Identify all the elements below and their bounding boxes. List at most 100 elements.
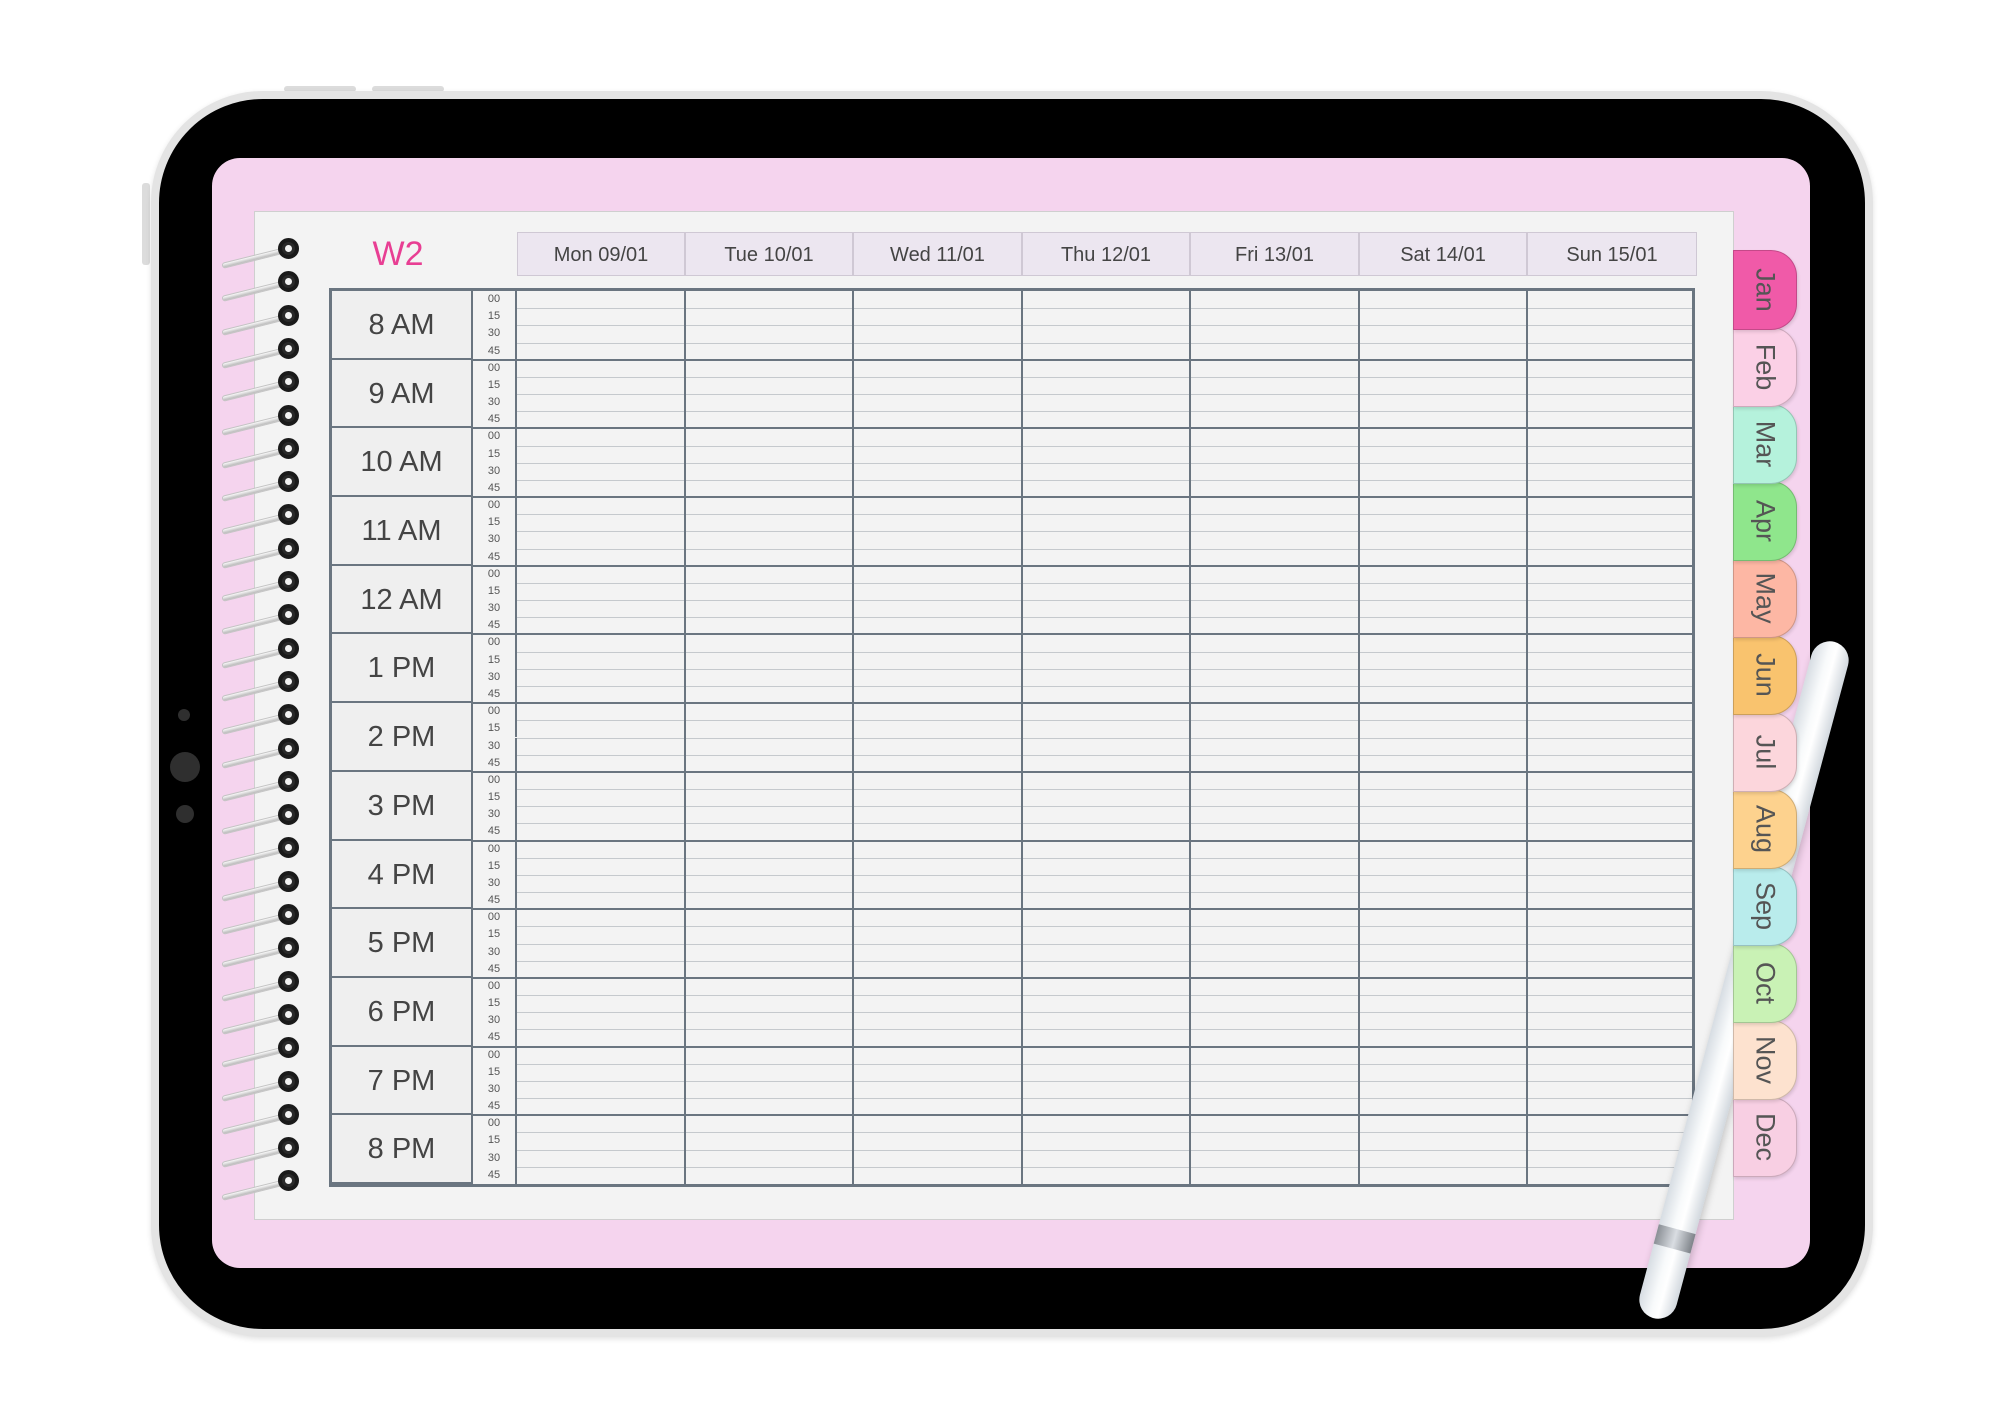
time-slot[interactable] xyxy=(517,1115,685,1184)
time-slot[interactable] xyxy=(853,428,1022,497)
time-slot[interactable] xyxy=(1359,1115,1527,1184)
time-slot[interactable] xyxy=(1527,360,1697,429)
time-slot[interactable] xyxy=(685,703,853,772)
time-slot[interactable] xyxy=(685,634,853,703)
time-slot[interactable] xyxy=(1359,841,1527,910)
time-slot[interactable] xyxy=(853,1047,1022,1116)
time-slot[interactable] xyxy=(685,497,853,566)
time-slot[interactable] xyxy=(1022,1047,1190,1116)
time-slot[interactable] xyxy=(517,634,685,703)
time-slot[interactable] xyxy=(1527,566,1697,635)
time-slot[interactable] xyxy=(517,772,685,841)
time-slot[interactable] xyxy=(1527,841,1697,910)
time-slot[interactable] xyxy=(517,291,685,360)
time-slot[interactable] xyxy=(1359,360,1527,429)
time-slot[interactable] xyxy=(685,1115,853,1184)
time-slot[interactable] xyxy=(853,497,1022,566)
time-slot[interactable] xyxy=(1022,566,1190,635)
time-slot[interactable] xyxy=(853,1115,1022,1184)
time-slot[interactable] xyxy=(1022,291,1190,360)
time-slot[interactable] xyxy=(1527,1047,1697,1116)
time-slot[interactable] xyxy=(517,841,685,910)
time-slot[interactable] xyxy=(1527,703,1697,772)
time-slot[interactable] xyxy=(853,566,1022,635)
time-slot[interactable] xyxy=(1359,428,1527,497)
month-tab-nov[interactable]: Nov xyxy=(1733,1020,1797,1100)
time-slot[interactable] xyxy=(1527,909,1697,978)
month-tab-jun[interactable]: Jun xyxy=(1733,635,1797,715)
time-slot[interactable] xyxy=(1022,909,1190,978)
time-slot[interactable] xyxy=(1359,1047,1527,1116)
time-slot[interactable] xyxy=(1527,634,1697,703)
time-slot[interactable] xyxy=(1190,291,1359,360)
time-slot[interactable] xyxy=(853,703,1022,772)
time-slot[interactable] xyxy=(685,566,853,635)
time-slot[interactable] xyxy=(1190,1115,1359,1184)
time-slot[interactable] xyxy=(1190,1047,1359,1116)
day-header[interactable]: Fri 13/01 xyxy=(1190,232,1359,276)
time-slot[interactable] xyxy=(1527,978,1697,1047)
time-slot[interactable] xyxy=(853,634,1022,703)
time-slot[interactable] xyxy=(1359,566,1527,635)
time-slot[interactable] xyxy=(1359,703,1527,772)
time-slot[interactable] xyxy=(685,428,853,497)
month-tab-oct[interactable]: Oct xyxy=(1733,943,1797,1023)
month-tab-jul[interactable]: Jul xyxy=(1733,712,1797,792)
time-slot[interactable] xyxy=(685,909,853,978)
time-slot[interactable] xyxy=(517,1047,685,1116)
time-slot[interactable] xyxy=(1190,360,1359,429)
month-tab-jan[interactable]: Jan xyxy=(1733,250,1797,330)
time-slot[interactable] xyxy=(1022,428,1190,497)
time-slot[interactable] xyxy=(1190,978,1359,1047)
time-slot[interactable] xyxy=(1359,291,1527,360)
time-slot[interactable] xyxy=(1190,497,1359,566)
time-slot[interactable] xyxy=(685,291,853,360)
month-tab-feb[interactable]: Feb xyxy=(1733,327,1797,407)
time-slot[interactable] xyxy=(853,978,1022,1047)
time-slot[interactable] xyxy=(853,360,1022,429)
time-slot[interactable] xyxy=(685,841,853,910)
day-header[interactable]: Wed 11/01 xyxy=(853,232,1022,276)
time-slot[interactable] xyxy=(517,428,685,497)
time-slot[interactable] xyxy=(1022,360,1190,429)
month-tab-mar[interactable]: Mar xyxy=(1733,404,1797,484)
month-tab-aug[interactable]: Aug xyxy=(1733,789,1797,869)
week-label[interactable]: W2 xyxy=(370,232,426,276)
time-slot[interactable] xyxy=(1190,841,1359,910)
time-slot[interactable] xyxy=(517,566,685,635)
time-slot[interactable] xyxy=(685,1047,853,1116)
month-tab-apr[interactable]: Apr xyxy=(1733,481,1797,561)
time-slot[interactable] xyxy=(853,841,1022,910)
time-slot[interactable] xyxy=(1190,772,1359,841)
month-tab-may[interactable]: May xyxy=(1733,558,1797,638)
time-slot[interactable] xyxy=(1527,772,1697,841)
time-slot[interactable] xyxy=(1190,634,1359,703)
time-slot[interactable] xyxy=(1022,634,1190,703)
day-header[interactable]: Tue 10/01 xyxy=(685,232,853,276)
time-slot[interactable] xyxy=(1190,566,1359,635)
time-slot[interactable] xyxy=(853,772,1022,841)
day-header[interactable]: Thu 12/01 xyxy=(1022,232,1190,276)
time-slot[interactable] xyxy=(1527,291,1697,360)
time-slot[interactable] xyxy=(1359,772,1527,841)
time-slot[interactable] xyxy=(1022,772,1190,841)
time-slot[interactable] xyxy=(1022,978,1190,1047)
time-slot[interactable] xyxy=(1022,1115,1190,1184)
time-slot[interactable] xyxy=(685,360,853,429)
time-slot[interactable] xyxy=(1190,703,1359,772)
day-header[interactable]: Sun 15/01 xyxy=(1527,232,1697,276)
time-slot[interactable] xyxy=(685,772,853,841)
time-slot[interactable] xyxy=(1022,497,1190,566)
time-slot[interactable] xyxy=(1022,703,1190,772)
time-slot[interactable] xyxy=(1359,909,1527,978)
month-tab-sep[interactable]: Sep xyxy=(1733,866,1797,946)
time-slot[interactable] xyxy=(517,703,685,772)
time-slot[interactable] xyxy=(1190,909,1359,978)
time-slot[interactable] xyxy=(517,978,685,1047)
time-slot[interactable] xyxy=(1022,841,1190,910)
time-slot[interactable] xyxy=(1527,428,1697,497)
day-header[interactable]: Mon 09/01 xyxy=(517,232,685,276)
time-slot[interactable] xyxy=(517,909,685,978)
time-slot[interactable] xyxy=(1190,428,1359,497)
day-header[interactable]: Sat 14/01 xyxy=(1359,232,1527,276)
